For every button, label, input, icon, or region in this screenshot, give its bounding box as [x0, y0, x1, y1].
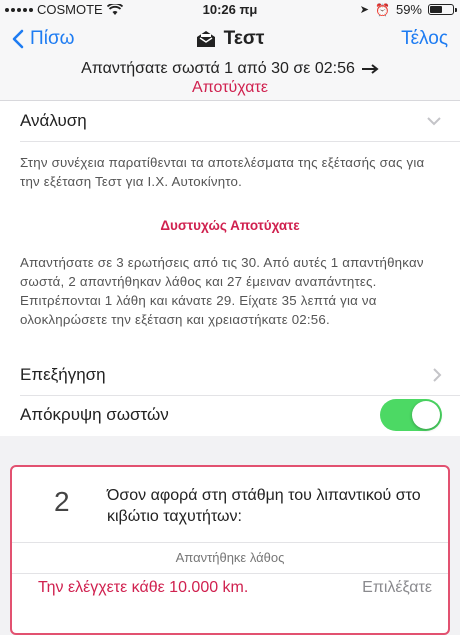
hide-correct-row: Απόκρυψη σωστών [20, 399, 442, 431]
fail-heading: Δυστυχώς Αποτύχατε [160, 218, 300, 233]
analysis-section: Ανάλυση Στην συνέχεια παρατίθενται τα απ… [0, 101, 460, 436]
status-bar: COSMOTE 10:26 πμ ➤ ⏰ 59% [0, 0, 460, 20]
result-status: Αποτύχατε [192, 79, 268, 96]
battery-percent: 59% [395, 2, 422, 17]
page-title: Τεστ [0, 28, 460, 50]
envelope-open-icon [196, 31, 215, 47]
analysis-header[interactable]: Ανάλυση [20, 111, 442, 131]
alarm-icon: ⏰ [375, 2, 390, 17]
analysis-title: Ανάλυση [20, 111, 87, 130]
selected-label: Επιλέξατε [362, 579, 432, 596]
done-button[interactable]: Τέλος [401, 28, 448, 50]
location-icon: ➤ [359, 4, 370, 16]
question-number: 2 [54, 486, 70, 517]
chevron-right-icon [433, 368, 442, 382]
question-text: Όσον αφορά στη στάθμη του λιπαντικού στο… [107, 487, 421, 525]
score-text: Απαντήσατε σωστά 1 από 30 σε 02:56 [81, 60, 355, 77]
navigation-bar: Πίσω Τεστ Τέλος [0, 20, 460, 60]
question-card: 2 Όσον αφορά στη στάθμη του λιπαντικού σ… [10, 465, 450, 635]
explanation-label: Επεξήγηση [20, 365, 106, 384]
toggle-knob [412, 401, 440, 429]
analysis-details: Απαντήσατε σε 3 ερωτήσεις από τις 30. Απ… [20, 255, 424, 327]
page-title-text: Τεστ [223, 28, 265, 49]
divider [20, 395, 460, 396]
answer-option[interactable]: Την ελέγχετε κάθε 10.000 km. [38, 579, 248, 597]
analysis-intro: Στην συνέχεια παρατίθενται τα αποτελέσμα… [20, 155, 425, 189]
explanation-row[interactable]: Επεξήγηση [20, 365, 442, 385]
battery-icon [428, 4, 457, 15]
chevron-down-icon [427, 117, 441, 126]
battery-level [430, 6, 442, 13]
hide-correct-toggle[interactable] [380, 399, 442, 431]
arrow-right-icon [361, 64, 379, 74]
status-right: ➤ ⏰ 59% [359, 2, 457, 17]
divider [20, 141, 460, 142]
hide-correct-label: Απόκρυψη σωστών [20, 405, 169, 424]
answer-status: Απαντήθηκε λάθος [12, 542, 448, 574]
result-summary: Απαντήσατε σωστά 1 από 30 σε 02:56 Αποτύ… [0, 60, 460, 101]
